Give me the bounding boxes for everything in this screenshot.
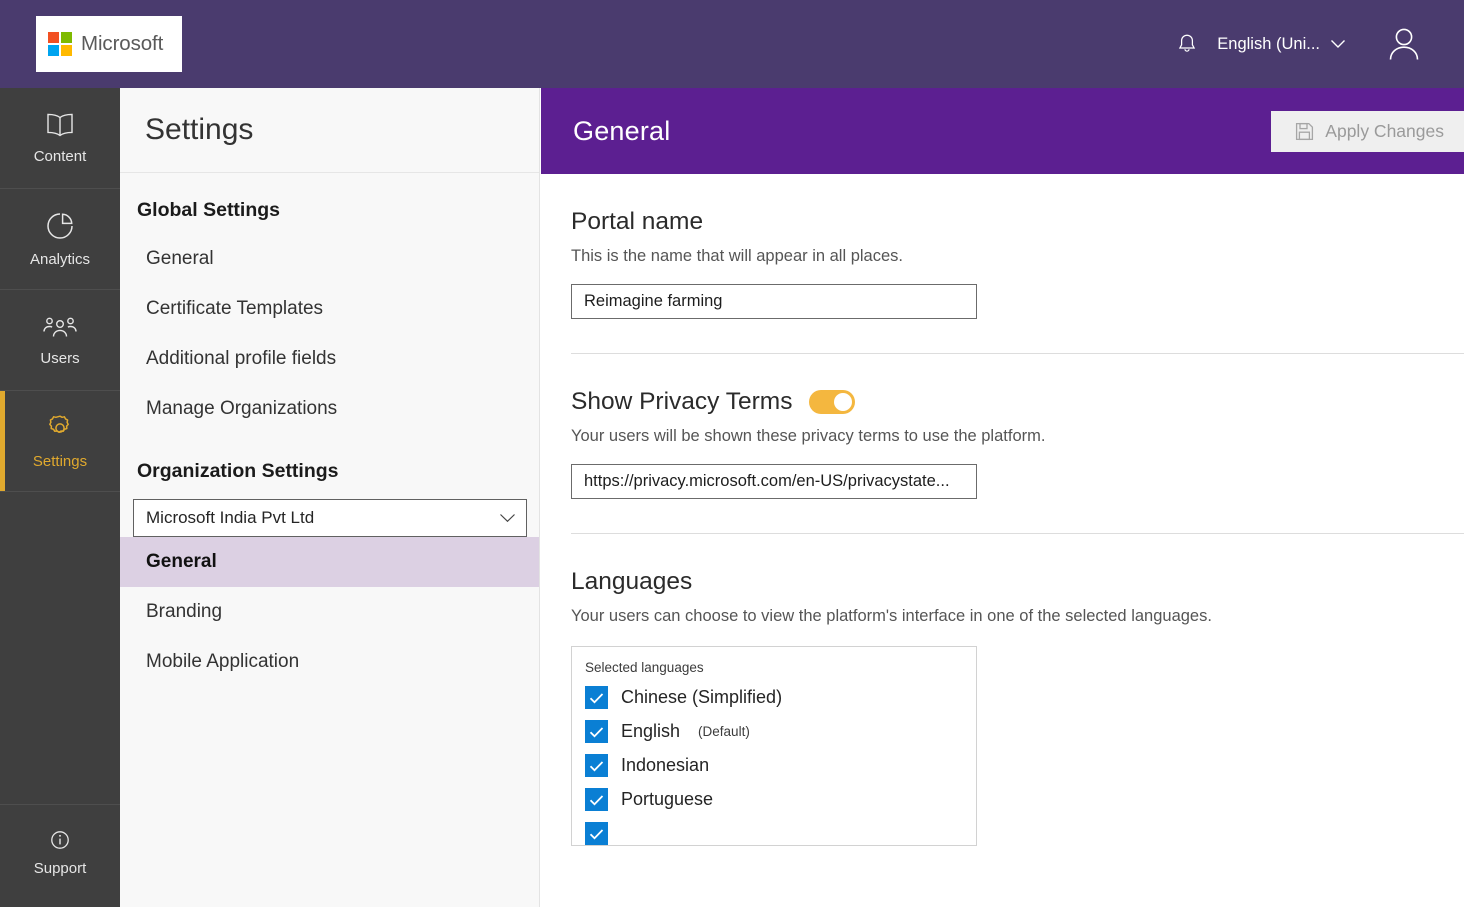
page-title: General <box>573 115 671 146</box>
organization-select[interactable]: Microsoft India Pvt Ltd <box>133 499 527 537</box>
user-avatar-icon <box>1389 28 1419 60</box>
microsoft-logo[interactable]: Microsoft <box>36 16 182 72</box>
portal-name-description: This is the name that will appear in all… <box>571 247 903 265</box>
privacy-terms-toggle[interactable] <box>809 390 856 414</box>
language-name: Portuguese <box>621 789 714 809</box>
apply-changes-label: Apply Changes <box>1325 121 1444 141</box>
languages-heading: Languages <box>571 568 693 595</box>
rail-item-label: Support <box>33 859 87 877</box>
language-picker-label: English (Uni... <box>1217 34 1320 53</box>
checkbox-checked-icon[interactable] <box>585 720 608 743</box>
rail-item-label: Users <box>40 350 80 367</box>
content-body: Portal name This is the name that will a… <box>541 174 1464 846</box>
nav-item-certificate-templates[interactable]: Certificate Templates <box>120 284 539 334</box>
languages-description: Your users can choose to view the platfo… <box>571 607 1212 625</box>
microsoft-wordmark: Microsoft <box>81 32 164 55</box>
language-row-partial[interactable] <box>585 822 976 845</box>
rail-item-label: Content <box>33 148 87 165</box>
language-row-chinese-simplified[interactable]: Chinese (Simplified) <box>585 686 976 709</box>
checkbox-checked-icon[interactable] <box>585 754 608 777</box>
toggle-knob <box>834 393 853 411</box>
settings-panel-title: Settings <box>120 88 539 173</box>
language-default-tag: (Default) <box>698 724 750 739</box>
language-picker[interactable]: English (Uni... <box>1209 29 1354 60</box>
info-circle-icon <box>51 830 69 849</box>
account-button[interactable] <box>1378 18 1430 70</box>
main-content: General Apply Changes Portal name This i… <box>541 88 1464 907</box>
bell-icon <box>1179 34 1196 52</box>
organization-settings-heading: Organization Settings <box>137 460 339 482</box>
rail-item-content[interactable]: Content <box>0 88 120 189</box>
checkbox-checked-icon[interactable] <box>585 686 608 709</box>
privacy-terms-url-input[interactable]: https://privacy.microsoft.com/en-US/priv… <box>571 464 977 499</box>
language-name: English <box>621 721 681 741</box>
selected-languages-label: Selected languages <box>585 660 704 675</box>
language-row-english[interactable]: English (Default) <box>585 720 976 743</box>
primary-nav-rail: Content Analytics Users Settings Support <box>0 88 120 907</box>
nav-item-global-general[interactable]: General <box>120 234 539 284</box>
privacy-terms-heading: Show Privacy Terms <box>571 388 793 415</box>
checkbox-checked-icon[interactable] <box>585 788 608 811</box>
rail-item-analytics[interactable]: Analytics <box>0 189 120 290</box>
organization-select-value: Microsoft India Pvt Ltd <box>146 508 315 527</box>
portal-name-section: Portal name This is the name that will a… <box>571 174 1464 354</box>
global-settings-heading: Global Settings <box>137 199 281 221</box>
rail-item-label: Analytics <box>29 251 91 268</box>
nav-item-org-general[interactable]: General <box>120 537 539 587</box>
settings-nav-panel: Settings Global Settings General Certifi… <box>120 88 540 907</box>
rail-spacer <box>0 492 120 804</box>
gear-icon <box>49 415 69 434</box>
language-name: Indonesian <box>621 755 710 775</box>
content-header: General Apply Changes <box>541 88 1464 174</box>
nav-item-manage-organizations[interactable]: Manage Organizations <box>120 384 539 434</box>
notifications-button[interactable] <box>1165 22 1209 66</box>
rail-item-users[interactable]: Users <box>0 290 120 391</box>
nav-item-mobile-application[interactable]: Mobile Application <box>120 637 539 687</box>
nav-item-branding[interactable]: Branding <box>120 587 539 637</box>
top-bar-actions: English (Uni... <box>1165 18 1464 70</box>
apply-changes-button[interactable]: Apply Changes <box>1271 111 1464 152</box>
language-row-portuguese[interactable]: Portuguese <box>585 788 976 811</box>
save-floppy-icon <box>1296 122 1314 141</box>
nav-item-additional-profile-fields[interactable]: Additional profile fields <box>120 334 539 384</box>
portal-name-input[interactable]: Reimagine farming <box>571 284 977 319</box>
portal-name-heading: Portal name <box>571 208 704 235</box>
top-bar: Microsoft English (Uni... <box>0 0 1464 88</box>
rail-item-support[interactable]: Support <box>0 804 120 900</box>
privacy-terms-description: Your users will be shown these privacy t… <box>571 427 1046 445</box>
microsoft-logo-squares-icon <box>48 32 72 56</box>
chevron-down-icon <box>500 514 515 523</box>
chevron-down-icon <box>1331 40 1345 48</box>
privacy-terms-title-row: Show Privacy Terms <box>571 388 1464 416</box>
people-icon <box>43 317 77 337</box>
language-row-indonesian[interactable]: Indonesian <box>585 754 976 777</box>
rail-item-label: Settings <box>32 453 88 470</box>
languages-section: Languages Your users can choose to view … <box>571 534 1464 846</box>
language-name: Chinese (Simplified) <box>621 687 783 707</box>
rail-item-settings[interactable]: Settings <box>0 391 120 492</box>
selected-languages-box: Selected languages Chinese (Simplified) … <box>571 646 977 846</box>
book-icon <box>47 113 73 137</box>
settings-page: Microsoft English (Uni... Content Analyt… <box>0 0 1464 907</box>
pie-chart-icon <box>47 213 73 239</box>
privacy-terms-section: Show Privacy Terms Your users will be sh… <box>571 354 1464 534</box>
checkbox-checked-icon[interactable] <box>585 822 608 845</box>
